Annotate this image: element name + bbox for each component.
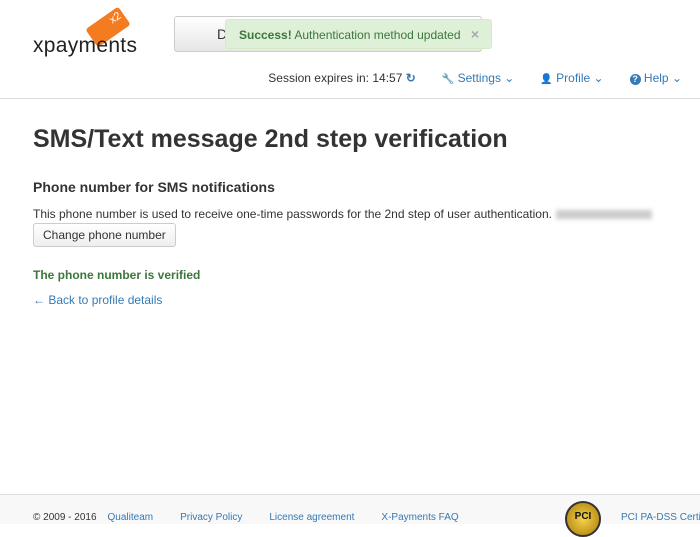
pci-certified-link[interactable]: PCI PA-DSS Certified bbox=[621, 512, 700, 523]
nav-settings[interactable]: 🔧 Settings ⌄ bbox=[442, 71, 515, 85]
nav-profile[interactable]: 👤 Profile ⌄ bbox=[540, 71, 603, 85]
refresh-icon[interactable]: ↻ bbox=[406, 71, 416, 85]
main-content: SMS/Text message 2nd step verification P… bbox=[0, 125, 700, 307]
top-nav: Session expires in: 14:57 ↻ 🔧 Settings ⌄… bbox=[268, 71, 682, 85]
description-text: This phone number is used to receive one… bbox=[33, 207, 552, 221]
nav-help[interactable]: ? Help ⌄ bbox=[629, 71, 682, 85]
nav-help-label: Help bbox=[643, 71, 669, 85]
page-title: SMS/Text message 2nd step verification bbox=[33, 125, 508, 153]
chevron-down-icon: ⌄ bbox=[671, 71, 682, 85]
success-alert: Success! Authentication method updated × bbox=[225, 19, 492, 49]
footer: © 2009 - 2016 Qualiteam Privacy Policy L… bbox=[0, 494, 700, 537]
blurred-phone-number bbox=[555, 210, 652, 220]
chevron-down-icon: ⌄ bbox=[593, 71, 604, 85]
footer-link-qualiteam[interactable]: Qualiteam bbox=[108, 512, 154, 524]
session-timer: Session expires in: 14:57 ↻ bbox=[268, 71, 416, 85]
footer-link-privacy[interactable]: Privacy Policy bbox=[180, 512, 242, 524]
footer-link-faq[interactable]: X-Payments FAQ bbox=[381, 512, 458, 524]
session-time: 14:57 bbox=[372, 71, 403, 85]
header: x2 xpayments D Success! Authentication m… bbox=[0, 0, 700, 99]
close-icon[interactable]: × bbox=[471, 26, 479, 42]
section-title: Phone number for SMS notifications bbox=[33, 179, 275, 195]
copyright: © 2009 - 2016 bbox=[33, 512, 97, 523]
alert-strong: Success! bbox=[239, 28, 292, 42]
description: This phone number is used to receive one… bbox=[33, 207, 667, 221]
change-phone-button[interactable]: Change phone number bbox=[33, 223, 176, 247]
back-to-profile-link[interactable]: ← Back to profile details bbox=[33, 293, 667, 307]
alert-message: Authentication method updated bbox=[291, 28, 461, 42]
nav-settings-label: Settings bbox=[457, 71, 501, 85]
session-label: Session expires in: bbox=[268, 71, 373, 85]
logo-badge: x2 bbox=[107, 9, 124, 27]
xpayments-logo[interactable]: x2 xpayments bbox=[33, 6, 143, 57]
user-icon: 👤 bbox=[540, 74, 553, 85]
question-icon: ? bbox=[629, 74, 641, 85]
logo-text: xpayments bbox=[33, 34, 138, 57]
nav-profile-label: Profile bbox=[556, 71, 591, 85]
wrench-icon: 🔧 bbox=[441, 74, 455, 85]
chevron-down-icon: ⌄ bbox=[504, 71, 515, 85]
footer-link-license[interactable]: License agreement bbox=[269, 512, 354, 524]
pci-badge-icon: PCI bbox=[565, 501, 601, 537]
verified-status: The phone number is verified bbox=[33, 268, 201, 282]
